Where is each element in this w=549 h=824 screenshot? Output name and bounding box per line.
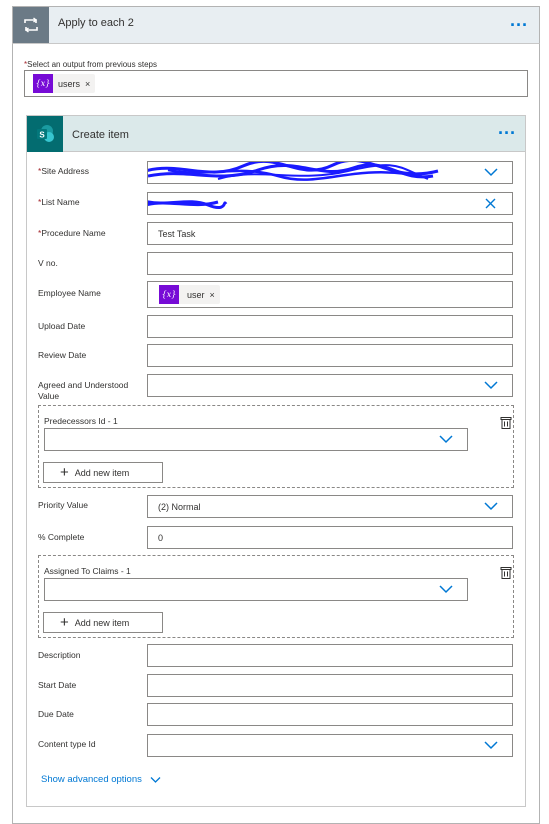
clear-icon[interactable] — [485, 198, 496, 209]
user-token[interactable]: {x} user × — [159, 285, 220, 304]
review-date-input[interactable] — [147, 344, 513, 367]
chevron-down-icon[interactable] — [439, 434, 453, 444]
chevron-down-icon[interactable] — [484, 740, 498, 750]
v-no-input[interactable] — [147, 252, 513, 275]
delete-icon[interactable] — [500, 416, 512, 429]
procedure-name-input[interactable]: Test Task — [147, 222, 513, 245]
chevron-down-icon[interactable] — [439, 584, 453, 594]
predecessors-add-new-item-button[interactable]: + Add new item — [43, 462, 163, 483]
site-address-dropdown[interactable] — [147, 161, 513, 184]
token-label: user — [187, 289, 205, 300]
assigned-to-add-new-item-button[interactable]: + Add new item — [43, 612, 163, 633]
description-input[interactable] — [147, 644, 513, 667]
start-date-input[interactable] — [147, 674, 513, 697]
list-name-dropdown[interactable] — [147, 192, 513, 215]
remove-token-icon[interactable]: × — [210, 290, 220, 300]
variable-icon: {x} — [33, 74, 53, 93]
loop-icon — [13, 7, 49, 43]
employee-name-field[interactable]: {x} user × — [147, 281, 513, 308]
apply-to-each-title[interactable]: Apply to each 2 — [58, 17, 134, 29]
upload-date-input[interactable] — [147, 315, 513, 338]
remove-token-icon[interactable]: × — [85, 79, 95, 89]
agreed-value-label: Agreed and Understood Value — [38, 380, 129, 401]
redaction-scribble — [148, 200, 228, 210]
assigned-to-dropdown[interactable] — [44, 578, 468, 601]
review-date-label: Review Date — [38, 350, 87, 360]
chevron-down-icon[interactable] — [484, 167, 498, 177]
priority-value-label: Priority Value — [38, 500, 88, 510]
assigned-to-array-box: Assigned To Claims - 1 + Add new item — [38, 555, 514, 638]
plus-icon: + — [60, 613, 69, 631]
sharepoint-icon: S — [27, 116, 63, 152]
percent-complete-input[interactable]: 0 — [147, 526, 513, 549]
chevron-down-icon[interactable] — [484, 501, 498, 511]
predecessors-label: Predecessors Id - 1 — [44, 416, 118, 426]
list-name-label: *List Name — [38, 197, 80, 207]
variable-icon: {x} — [159, 285, 179, 304]
due-date-input[interactable] — [147, 703, 513, 726]
content-type-id-dropdown[interactable] — [147, 734, 513, 757]
svg-text:S: S — [39, 131, 45, 140]
create-item-title[interactable]: Create item — [72, 129, 129, 141]
predecessors-dropdown[interactable] — [44, 428, 468, 451]
show-advanced-options-link[interactable]: Show advanced options — [41, 774, 161, 785]
v-no-label: V no. — [38, 258, 58, 268]
token-label: users — [58, 78, 81, 89]
priority-value-dropdown[interactable]: (2) Normal — [147, 495, 513, 518]
description-label: Description — [38, 650, 81, 660]
chevron-down-icon — [150, 776, 161, 783]
content-type-id-label: Content type Id — [38, 739, 96, 749]
start-date-label: Start Date — [38, 680, 77, 690]
apply-more-options-icon[interactable]: ··· — [510, 16, 528, 34]
agreed-value-dropdown[interactable] — [147, 374, 513, 397]
plus-icon: + — [60, 463, 69, 481]
create-item-more-options-icon[interactable]: ··· — [498, 124, 516, 142]
select-output-label: *Select an output from previous steps — [24, 60, 157, 69]
upload-date-label: Upload Date — [38, 321, 86, 331]
delete-icon[interactable] — [500, 566, 512, 579]
percent-complete-label: % Complete — [38, 532, 85, 542]
select-output-field[interactable]: {x} users × — [24, 70, 528, 97]
employee-name-label: Employee Name — [38, 288, 101, 298]
chevron-down-icon[interactable] — [484, 380, 498, 390]
procedure-name-label: *Procedure Name — [38, 228, 106, 238]
assigned-to-label: Assigned To Claims - 1 — [44, 566, 131, 576]
site-address-label: *Site Address — [38, 166, 90, 176]
due-date-label: Due Date — [38, 709, 74, 719]
predecessors-array-box: Predecessors Id - 1 + Add new item — [38, 405, 514, 488]
redaction-scribble — [148, 162, 439, 181]
users-token[interactable]: {x} users × — [33, 74, 96, 93]
